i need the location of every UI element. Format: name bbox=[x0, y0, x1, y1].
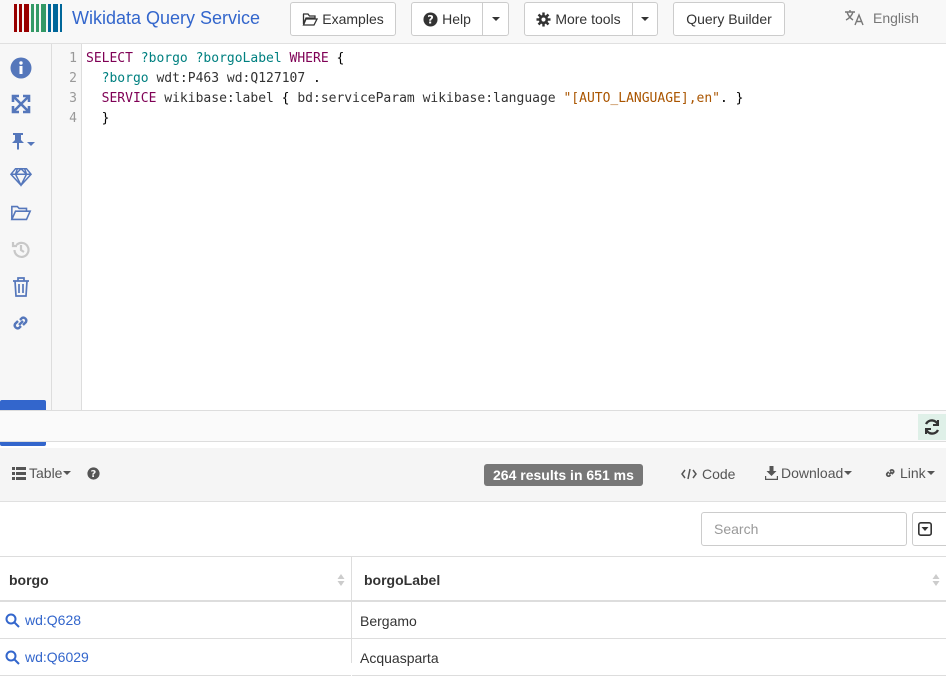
chevron-down-icon bbox=[641, 17, 649, 21]
variable: ?borgoLabel bbox=[195, 51, 282, 66]
app-title[interactable]: Wikidata Query Service bbox=[72, 8, 260, 29]
more-tools-button[interactable]: More tools bbox=[524, 2, 633, 36]
search-icon[interactable] bbox=[5, 650, 20, 665]
refresh-icon bbox=[924, 419, 940, 435]
chevron-down-icon bbox=[491, 17, 500, 21]
question-icon[interactable]: ? bbox=[87, 467, 100, 480]
language-selector[interactable]: English bbox=[844, 9, 919, 26]
code-text: . bbox=[305, 71, 321, 86]
prefixed-name: wikibase:language bbox=[422, 91, 556, 106]
view-selector-button[interactable]: Table bbox=[12, 465, 72, 481]
trash-icon[interactable] bbox=[10, 276, 32, 298]
top-navbar: Wikidata Query Service Examples ? Help M… bbox=[0, 0, 946, 44]
code-text: { bbox=[273, 91, 298, 106]
code-line-2[interactable]: ?borgo wdt:P463 wd:Q127107 . bbox=[86, 71, 321, 86]
line-number: 4 bbox=[69, 111, 77, 126]
prefixed-name: wdt:P463 bbox=[156, 71, 220, 86]
table-cell-borgolabel: Acquasparta bbox=[352, 639, 946, 676]
examples-label: Examples bbox=[322, 11, 384, 27]
code-text: } bbox=[101, 111, 110, 126]
svg-text:?: ? bbox=[91, 469, 97, 480]
history-icon[interactable] bbox=[10, 239, 32, 261]
code-text: { bbox=[328, 51, 345, 66]
download-button[interactable]: Download bbox=[765, 465, 853, 481]
column-toggle-button[interactable] bbox=[912, 512, 946, 546]
folder-open-icon bbox=[302, 13, 319, 26]
link-label: Link bbox=[900, 465, 926, 481]
folder-open-icon[interactable] bbox=[10, 202, 32, 224]
download-label: Download bbox=[781, 465, 844, 481]
sort-icon bbox=[337, 574, 345, 586]
line-number: 2 bbox=[69, 71, 77, 86]
prefixed-name: bd:serviceParam bbox=[297, 91, 415, 106]
column-header-borgolabel[interactable]: borgoLabel bbox=[352, 556, 946, 602]
more-tools-dropdown-button[interactable] bbox=[632, 2, 658, 36]
query-builder-button[interactable]: Query Builder bbox=[673, 2, 785, 36]
code-text: . } bbox=[720, 91, 744, 106]
code-line-1[interactable]: SELECT ?borgo ?borgoLabel WHERE { bbox=[86, 51, 344, 66]
chevron-down-icon bbox=[63, 471, 72, 475]
variable: ?borgo bbox=[140, 51, 188, 66]
table-cell-borgo[interactable]: wd:Q6029 bbox=[0, 639, 351, 676]
cell-value: Bergamo bbox=[360, 613, 417, 629]
line-number: 1 bbox=[69, 51, 77, 66]
keyword: SERVICE bbox=[101, 91, 157, 106]
query-builder-label: Query Builder bbox=[686, 11, 772, 27]
cell-value: Acquasparta bbox=[360, 650, 439, 666]
refresh-button[interactable] bbox=[918, 414, 946, 440]
link-button[interactable]: Link bbox=[884, 465, 935, 481]
keyword: WHERE bbox=[289, 51, 329, 66]
help-dropdown-button[interactable] bbox=[482, 2, 509, 36]
info-icon[interactable] bbox=[10, 57, 32, 79]
view-selector-label: Table bbox=[29, 465, 63, 481]
editor-toolbar bbox=[0, 44, 52, 446]
code-label: Code bbox=[702, 466, 736, 482]
code-line-3[interactable]: SERVICE wikibase:label { bd:serviceParam… bbox=[86, 91, 744, 106]
svg-text:?: ? bbox=[427, 13, 434, 26]
column-header-label: borgoLabel bbox=[364, 572, 441, 588]
help-label: Help bbox=[442, 11, 471, 27]
results-search-input[interactable] bbox=[701, 512, 907, 546]
line-number: 3 bbox=[69, 91, 77, 106]
prefixed-name: wikibase:label bbox=[164, 91, 274, 106]
entity-link[interactable]: wd:Q628 bbox=[25, 612, 81, 628]
help-button[interactable]: ? Help bbox=[411, 2, 483, 36]
editor-status-bar bbox=[0, 410, 946, 442]
prefixed-name: wd:Q127107 bbox=[226, 71, 306, 86]
help-icon: ? bbox=[423, 11, 438, 26]
keyword: SELECT bbox=[86, 51, 133, 66]
column-divider bbox=[351, 556, 352, 663]
table-cell-borgolabel: Bergamo bbox=[352, 602, 946, 639]
code-icon bbox=[681, 468, 697, 480]
expand-icon[interactable] bbox=[10, 93, 32, 115]
variable: ?borgo bbox=[101, 71, 149, 86]
table-cell-borgo[interactable]: wd:Q628 bbox=[0, 602, 351, 639]
sort-icon bbox=[932, 574, 940, 586]
wikidata-logo-icon[interactable] bbox=[14, 4, 62, 32]
chevron-down-icon bbox=[926, 471, 935, 475]
translate-icon bbox=[845, 10, 864, 26]
pin-icon[interactable] bbox=[10, 130, 38, 152]
string-literal: "[AUTO_LANGUAGE],en" bbox=[563, 91, 721, 106]
language-label: English bbox=[873, 9, 919, 26]
diamond-icon[interactable] bbox=[10, 166, 32, 188]
code-button[interactable]: Code bbox=[681, 466, 735, 482]
link-icon bbox=[885, 469, 895, 477]
column-header-label: borgo bbox=[9, 572, 49, 588]
table-icon bbox=[12, 466, 26, 480]
gear-icon bbox=[536, 11, 551, 27]
line-number-gutter: 1 2 3 4 bbox=[52, 44, 82, 410]
results-toolbar: Table ? 264 results in 651 ms Code Downl… bbox=[0, 448, 946, 502]
examples-button[interactable]: Examples bbox=[290, 2, 396, 36]
link-icon[interactable] bbox=[10, 312, 32, 334]
chevron-down-icon bbox=[844, 471, 853, 475]
column-header-borgo[interactable]: borgo bbox=[0, 556, 351, 602]
result-count-badge: 264 results in 651 ms bbox=[484, 464, 643, 486]
search-icon[interactable] bbox=[5, 613, 20, 628]
code-line-4[interactable]: } bbox=[86, 111, 110, 126]
columns-toggle-icon bbox=[918, 522, 932, 536]
more-tools-label: More tools bbox=[555, 11, 621, 27]
download-icon bbox=[765, 466, 778, 480]
